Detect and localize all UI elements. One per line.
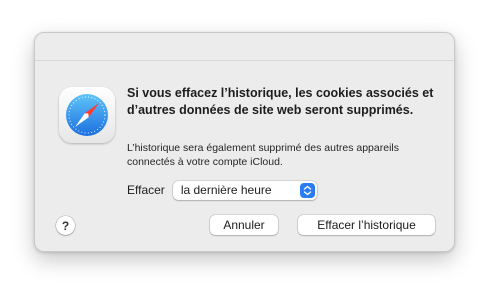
dialog-titlebar xyxy=(35,33,454,61)
range-select[interactable]: la dernière heure xyxy=(172,180,317,200)
clear-history-dialog: Si vous effacez l’historique, les cookie… xyxy=(34,32,455,252)
help-button[interactable]: ? xyxy=(56,216,75,235)
range-label: Effacer xyxy=(127,183,165,197)
safari-compass-icon xyxy=(59,87,115,143)
clear-history-button[interactable]: Effacer l’historique xyxy=(298,215,435,235)
dialog-title: Si vous effacez l’historique, les cookie… xyxy=(127,86,434,117)
dialog-info-text: L’historique sera également supprimé des… xyxy=(127,142,399,168)
range-select-value: la dernière heure xyxy=(180,183,272,197)
up-down-chevron-icon xyxy=(299,182,315,198)
range-selector-row: Effacer la dernière heure xyxy=(127,180,317,200)
cancel-button[interactable]: Annuler xyxy=(210,215,278,235)
